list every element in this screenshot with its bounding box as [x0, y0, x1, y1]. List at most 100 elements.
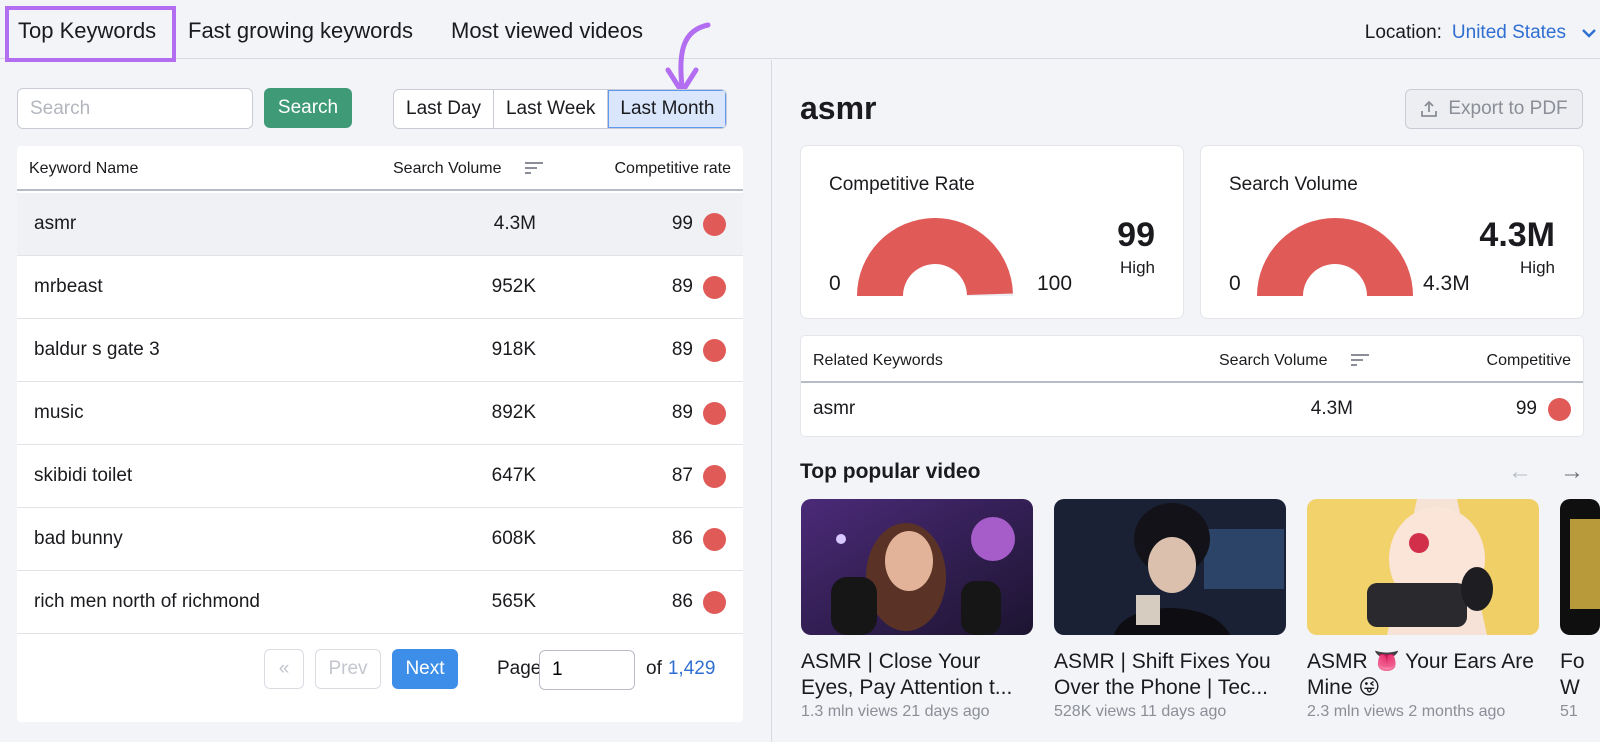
keyword-rate: 89: [671, 402, 693, 423]
carousel-prev-arrow-icon[interactable]: ←: [1508, 458, 1532, 486]
keyword-name: mrbeast: [34, 276, 103, 297]
page-total: of 1,429: [646, 658, 715, 680]
page-of-label: of: [646, 658, 662, 679]
rate-indicator-dot: [703, 465, 726, 488]
video-meta: 51: [1560, 703, 1578, 720]
keyword-volume: 952K: [491, 276, 536, 297]
location-selector[interactable]: Location: United States: [1365, 22, 1566, 44]
search-volume-card: Search Volume 0 4.3M 4.3M High: [1201, 146, 1583, 318]
annotation-arrow-icon: [665, 22, 711, 95]
rate-indicator-dot: [703, 339, 726, 362]
keywords-table: Keyword Name Search Volume Competitive r…: [17, 146, 743, 722]
sort-icon[interactable]: [1351, 353, 1369, 367]
video-meta: 1.3 mln views 21 days ago: [801, 703, 990, 720]
table-row[interactable]: bad bunny 608K 86: [17, 508, 743, 571]
search-volume-min: 0: [1229, 272, 1241, 295]
keyword-title: asmr: [800, 90, 877, 126]
tab-fast-growing-keywords[interactable]: Fast growing keywords: [188, 18, 413, 44]
keyword-name: rich men north of richmond: [34, 591, 260, 612]
header-related-volume[interactable]: Search Volume: [1219, 352, 1328, 370]
search-volume-value: 4.3M: [1479, 216, 1555, 254]
related-keyword-name: asmr: [813, 398, 856, 419]
table-row[interactable]: asmr 4.3M 99: [801, 384, 1583, 436]
search-volume-gauge: [1257, 218, 1413, 296]
next-page-button[interactable]: Next: [392, 649, 458, 689]
competitive-rate-gauge: [857, 218, 1013, 296]
competitive-rate-value: 99: [1117, 216, 1155, 254]
upload-icon: [1421, 100, 1438, 117]
video-title[interactable]: ASMR | Close Your Eyes, Pay Attention t.…: [801, 649, 1033, 701]
related-keyword-volume: 4.3M: [1310, 398, 1353, 419]
keyword-name: skibidi toilet: [34, 465, 133, 486]
prev-page-button[interactable]: Prev: [315, 649, 381, 689]
page-total-link[interactable]: 1,429: [668, 658, 716, 679]
keyword-volume: 4.3M: [493, 213, 536, 234]
keyword-rate: 86: [671, 528, 693, 549]
search-button[interactable]: Search: [264, 88, 352, 128]
tab-top-keywords[interactable]: Top Keywords: [18, 18, 156, 44]
search-input[interactable]: [17, 88, 253, 129]
first-page-button[interactable]: «: [264, 649, 304, 689]
panel-divider: [771, 60, 772, 742]
video-thumbnail[interactable]: [801, 499, 1033, 635]
search-volume-level: High: [1520, 258, 1555, 277]
video-title[interactable]: Fo W: [1560, 649, 1600, 701]
period-last-week[interactable]: Last Week: [494, 90, 609, 128]
competitive-rate-level: High: [1120, 258, 1155, 277]
video-card[interactable]: Fo W 51: [1560, 499, 1600, 721]
header-search-volume[interactable]: Search Volume: [393, 160, 502, 178]
video-title[interactable]: ASMR | Shift Fixes You Over the Phone | …: [1054, 649, 1286, 701]
competitive-rate-card: Competitive Rate 0 100 99 High: [801, 146, 1183, 318]
period-selector: Last Day Last Week Last Month: [393, 89, 728, 129]
video-card[interactable]: ASMR | Shift Fixes You Over the Phone | …: [1054, 499, 1286, 721]
sort-icon[interactable]: [525, 161, 543, 175]
video-card[interactable]: ASMR | Close Your Eyes, Pay Attention t.…: [801, 499, 1033, 721]
rate-indicator-dot: [703, 528, 726, 551]
keyword-name: music: [34, 402, 84, 423]
keyword-name: asmr: [34, 213, 77, 234]
keyword-rate: 87: [671, 465, 693, 486]
tab-most-viewed-videos[interactable]: Most viewed videos: [451, 18, 643, 44]
table-row[interactable]: baldur s gate 3 918K 89: [17, 319, 743, 382]
page-number-input[interactable]: [539, 650, 635, 690]
pagination: « Prev Next Page: of1,429: [17, 636, 743, 696]
video-thumbnail[interactable]: [1054, 499, 1286, 635]
video-card[interactable]: ASMR 👅 Your Ears Are Mine 😜 2.3 mln view…: [1307, 499, 1539, 721]
table-row[interactable]: skibidi toilet 647K 87: [17, 445, 743, 508]
table-row[interactable]: music 892K 89: [17, 382, 743, 445]
location-value[interactable]: United States: [1452, 22, 1566, 43]
period-last-month[interactable]: Last Month: [608, 90, 727, 128]
video-title[interactable]: ASMR 👅 Your Ears Are Mine 😜: [1307, 649, 1539, 701]
table-row[interactable]: asmr 4.3M 99: [17, 193, 743, 256]
period-last-day[interactable]: Last Day: [394, 90, 494, 128]
table-row[interactable]: mrbeast 952K 89: [17, 256, 743, 319]
rate-indicator-dot: [703, 276, 726, 299]
video-meta: 528K views 11 days ago: [1054, 703, 1227, 720]
competitive-rate-min: 0: [829, 272, 841, 295]
rate-indicator-dot: [1548, 398, 1571, 421]
table-header: Keyword Name Search Volume Competitive r…: [17, 146, 743, 191]
video-thumbnail[interactable]: [1560, 499, 1600, 635]
keyword-volume: 565K: [491, 591, 536, 612]
top-popular-video-title: Top popular video: [800, 460, 981, 483]
header-keyword-name: Keyword Name: [29, 160, 139, 177]
carousel-next-arrow-icon[interactable]: →: [1560, 458, 1584, 486]
keyword-rate: 89: [671, 276, 693, 297]
rate-indicator-dot: [703, 402, 726, 425]
export-pdf-label: Export to PDF: [1448, 98, 1568, 119]
keyword-rate: 99: [671, 213, 693, 234]
search-volume-max: 4.3M: [1423, 272, 1470, 295]
chevron-down-icon[interactable]: [1580, 26, 1598, 40]
related-keyword-rate: 99: [1515, 398, 1537, 419]
location-label: Location:: [1364, 22, 1442, 43]
video-thumbnail[interactable]: [1307, 499, 1539, 635]
header-related-competitive: Competitive: [1486, 352, 1571, 369]
rate-indicator-dot: [703, 591, 726, 614]
keyword-volume: 608K: [491, 528, 536, 549]
search-volume-gauge-fill: [1257, 218, 1413, 296]
related-header: Related Keywords Search Volume Competiti…: [801, 336, 1583, 383]
search-volume-title: Search Volume: [1229, 174, 1358, 195]
table-row[interactable]: rich men north of richmond 565K 86: [17, 571, 743, 634]
header-competitive-rate: Competitive rate: [614, 160, 732, 177]
export-pdf-button[interactable]: Export to PDF: [1405, 89, 1583, 129]
